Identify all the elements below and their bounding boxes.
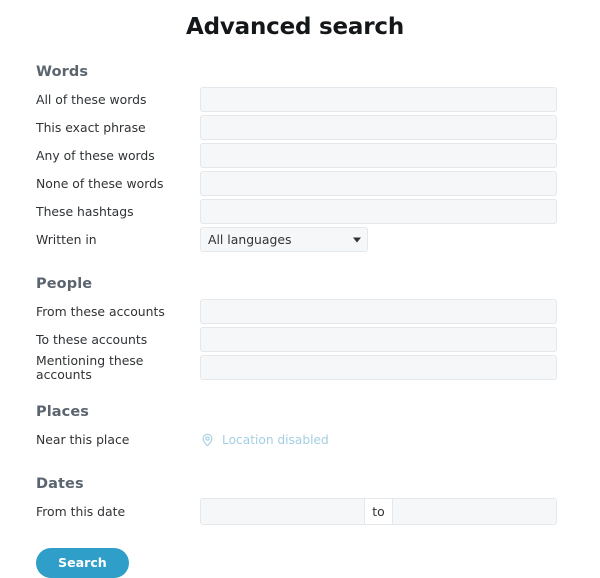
- control-from-accounts: [200, 299, 557, 325]
- date-range-separator: to: [364, 499, 393, 525]
- language-select-value: All languages: [200, 227, 368, 253]
- chevron-down-icon: [353, 237, 361, 243]
- section-heading-dates: Dates: [36, 475, 84, 492]
- field-row-to-accounts: To these accounts: [36, 326, 557, 354]
- advanced-search-page: Advanced search Words All of these words…: [0, 0, 600, 578]
- input-hashtags[interactable]: [200, 199, 557, 225]
- input-exact-phrase[interactable]: [200, 115, 557, 141]
- control-language: All languages: [200, 227, 557, 253]
- label-to-accounts: To these accounts: [36, 331, 148, 347]
- label-all-words: All of these words: [36, 91, 147, 107]
- control-to-accounts: [200, 327, 557, 353]
- control-none-words: [200, 171, 557, 197]
- field-row-hashtags: These hashtags: [36, 198, 557, 226]
- label-from-accounts: From these accounts: [36, 303, 165, 319]
- label-language: Written in: [36, 231, 97, 247]
- label-hashtags: These hashtags: [36, 203, 134, 219]
- input-none-words[interactable]: [200, 171, 557, 197]
- field-row-all-words: All of these words: [36, 86, 557, 114]
- input-all-words[interactable]: [200, 87, 557, 113]
- control-all-words: [200, 87, 557, 113]
- label-mentioning-accounts: Mentioning these accounts: [36, 352, 144, 382]
- control-mentioning-accounts: [200, 355, 557, 381]
- section-heading-words: Words: [36, 63, 89, 80]
- control-exact-phrase: [200, 115, 557, 141]
- field-row-near-place: Near this place Location disabled: [36, 426, 557, 454]
- input-date-from[interactable]: [201, 499, 365, 525]
- input-mentioning-accounts[interactable]: [200, 355, 557, 381]
- field-row-language: Written in All languages: [36, 226, 557, 254]
- section-heading-places: Places: [36, 403, 90, 420]
- location-status[interactable]: Location disabled: [200, 432, 329, 447]
- language-select[interactable]: All languages: [200, 227, 368, 253]
- input-any-words[interactable]: [200, 143, 557, 169]
- field-row-exact-phrase: This exact phrase: [36, 114, 557, 142]
- date-range-group: to: [200, 498, 557, 526]
- input-date-to[interactable]: [392, 499, 556, 525]
- page-title: Advanced search: [185, 14, 405, 40]
- submit-area: Search: [0, 547, 600, 578]
- field-row-date-range: From this date to: [36, 498, 557, 526]
- control-hashtags: [200, 199, 557, 225]
- control-near-place: Location disabled: [200, 432, 557, 447]
- label-any-words: Any of these words: [36, 147, 155, 163]
- search-button[interactable]: Search: [36, 547, 129, 578]
- field-row-none-words: None of these words: [36, 170, 557, 198]
- control-date-range: to: [200, 498, 557, 526]
- input-from-accounts[interactable]: [200, 299, 557, 325]
- field-row-from-accounts: From these accounts: [36, 298, 557, 326]
- field-row-mentioning-accounts: Mentioning these accounts: [36, 354, 557, 382]
- label-near-place: Near this place: [36, 431, 130, 447]
- advanced-search-form: Words All of these words This exact phra…: [0, 64, 600, 526]
- location-pin-icon: [200, 432, 215, 447]
- location-status-text: Location disabled: [222, 432, 329, 447]
- section-heading-people: People: [36, 275, 93, 292]
- control-any-words: [200, 143, 557, 169]
- label-date-range: From this date: [36, 503, 126, 519]
- field-row-any-words: Any of these words: [36, 142, 557, 170]
- label-none-words: None of these words: [36, 175, 164, 191]
- label-exact-phrase: This exact phrase: [36, 119, 146, 135]
- input-to-accounts[interactable]: [200, 327, 557, 353]
